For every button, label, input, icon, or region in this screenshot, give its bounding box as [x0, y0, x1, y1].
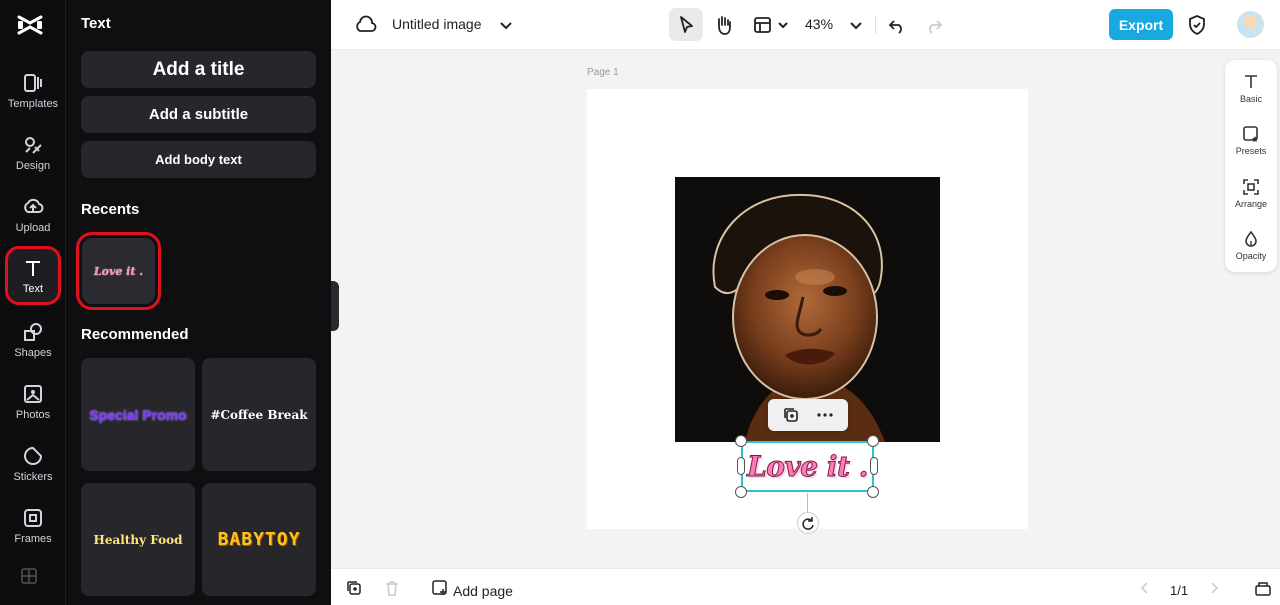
next-page-icon[interactable]	[1205, 579, 1223, 597]
page-counter: 1/1	[1170, 583, 1189, 598]
opacity-icon	[1245, 230, 1257, 247]
page-manager-icon[interactable]	[1254, 579, 1272, 597]
recommended-title: Recommended	[81, 326, 189, 343]
property-panel: Basic Presets Arrange Opacity	[1225, 60, 1277, 272]
resize-handle-top-left[interactable]	[735, 435, 747, 447]
photos-icon	[24, 385, 42, 403]
layout-icon[interactable]	[20, 567, 38, 585]
export-button[interactable]: Export	[1109, 9, 1173, 40]
upload-icon	[24, 198, 44, 213]
cloud-sync-icon[interactable]	[354, 13, 378, 37]
rail-item-design[interactable]: Design	[5, 124, 61, 182]
left-rail: Templates Design Upload Text Shapes Phot…	[0, 0, 66, 605]
element-floating-toolbar	[768, 399, 848, 431]
layout-dropdown-chevron-icon[interactable]	[771, 13, 795, 37]
zoom-dropdown-chevron-icon[interactable]	[844, 13, 868, 37]
prop-basic-label: Basic	[1239, 93, 1262, 104]
add-subtitle-button[interactable]: Add a subtitle	[81, 96, 316, 133]
rail-label-frames: Frames	[14, 533, 52, 545]
rail-item-frames[interactable]: Frames	[5, 497, 61, 555]
title-dropdown-chevron-icon[interactable]	[494, 13, 518, 37]
canvas-text[interactable]: Love it .	[747, 450, 869, 484]
page-label: Page 1	[587, 67, 619, 78]
prop-opacity-label: Opacity	[1235, 250, 1267, 261]
redo-icon[interactable]	[922, 13, 946, 37]
rail-item-text[interactable]: Text	[5, 246, 61, 305]
duplicate-icon[interactable]	[782, 406, 800, 424]
shield-check-icon[interactable]	[1185, 13, 1209, 37]
templates-icon	[24, 74, 42, 92]
rotate-handle[interactable]	[797, 512, 819, 534]
previous-page-icon[interactable]	[1136, 579, 1154, 597]
delete-page-icon[interactable]	[383, 579, 401, 597]
top-bar: Untitled image 43% Export	[331, 0, 1280, 50]
rotate-icon	[802, 517, 814, 530]
prop-presets[interactable]: Presets	[1225, 115, 1277, 165]
rail-item-photos[interactable]: Photos	[5, 373, 61, 431]
prop-arrange[interactable]: Arrange	[1225, 168, 1277, 218]
zoom-level[interactable]: 43%	[805, 16, 833, 32]
prop-arrange-label: Arrange	[1234, 198, 1268, 209]
selected-text-element[interactable]: Love it .	[741, 441, 874, 492]
prop-presets-label: Presets	[1235, 145, 1267, 156]
resize-handle-top-right[interactable]	[867, 435, 879, 447]
rail-label-upload: Upload	[15, 222, 51, 234]
add-body-text-button[interactable]: Add body text	[81, 141, 316, 178]
recents-title: Recents	[81, 201, 140, 218]
prop-basic[interactable]: Basic	[1225, 63, 1277, 113]
undo-icon[interactable]	[885, 13, 909, 37]
duplicate-page-icon[interactable]	[345, 579, 363, 597]
arrange-icon	[1243, 178, 1259, 195]
hand-tool-icon[interactable]	[712, 13, 736, 37]
recent-text-preset[interactable]: Love it .	[76, 232, 161, 310]
add-title-button[interactable]: Add a title	[81, 51, 316, 88]
rail-label-photos: Photos	[15, 409, 51, 421]
recent-text-preset-preview: Love it .	[82, 238, 155, 304]
toolbar-divider	[875, 16, 876, 34]
text-icon	[26, 260, 40, 276]
stickers-icon	[24, 446, 43, 465]
rail-item-templates[interactable]: Templates	[5, 62, 61, 120]
preset-babytoy[interactable]: BABYTOY	[202, 483, 316, 596]
rail-item-stickers[interactable]: Stickers	[5, 435, 61, 493]
shapes-icon	[24, 323, 42, 341]
rail-label-stickers: Stickers	[13, 471, 53, 483]
document-title[interactable]: Untitled image	[392, 16, 482, 32]
prop-opacity[interactable]: Opacity	[1225, 220, 1277, 270]
capcut-logo-icon[interactable]	[16, 12, 44, 38]
rail-item-shapes[interactable]: Shapes	[5, 311, 61, 369]
more-options-icon[interactable]	[816, 406, 834, 424]
preset-special-promo[interactable]: Special Promo	[81, 358, 195, 471]
add-page-icon[interactable]	[431, 579, 449, 597]
rail-label-design: Design	[15, 160, 51, 172]
resize-handle-bottom-left[interactable]	[735, 486, 747, 498]
presets-icon	[1243, 125, 1258, 142]
design-icon	[25, 137, 42, 154]
pointer-icon	[680, 16, 693, 33]
rail-item-upload[interactable]: Upload	[5, 186, 61, 244]
text-panel: Text Add a title Add a subtitle Add body…	[66, 0, 331, 605]
select-tool-button[interactable]	[669, 8, 703, 41]
basic-text-icon	[1245, 74, 1257, 88]
bottom-bar: Add page 1/1	[331, 568, 1280, 605]
resize-handle-left[interactable]	[737, 457, 745, 475]
resize-handle-right[interactable]	[870, 457, 878, 475]
panel-title: Text	[81, 15, 111, 32]
resize-handle-bottom-right[interactable]	[867, 486, 879, 498]
add-page-button[interactable]: Add page	[453, 583, 513, 599]
rail-label-text: Text	[22, 282, 44, 295]
preset-healthy-food[interactable]: Healthy Food	[81, 483, 195, 596]
rail-label-shapes: Shapes	[14, 347, 52, 359]
preset-coffee-break[interactable]: #Coffee Break	[202, 358, 316, 471]
user-avatar[interactable]	[1237, 11, 1264, 38]
panel-collapse-handle[interactable]	[331, 281, 339, 331]
rotate-connector	[807, 493, 808, 513]
frames-icon	[24, 509, 42, 527]
rail-label-templates: Templates	[7, 98, 59, 110]
